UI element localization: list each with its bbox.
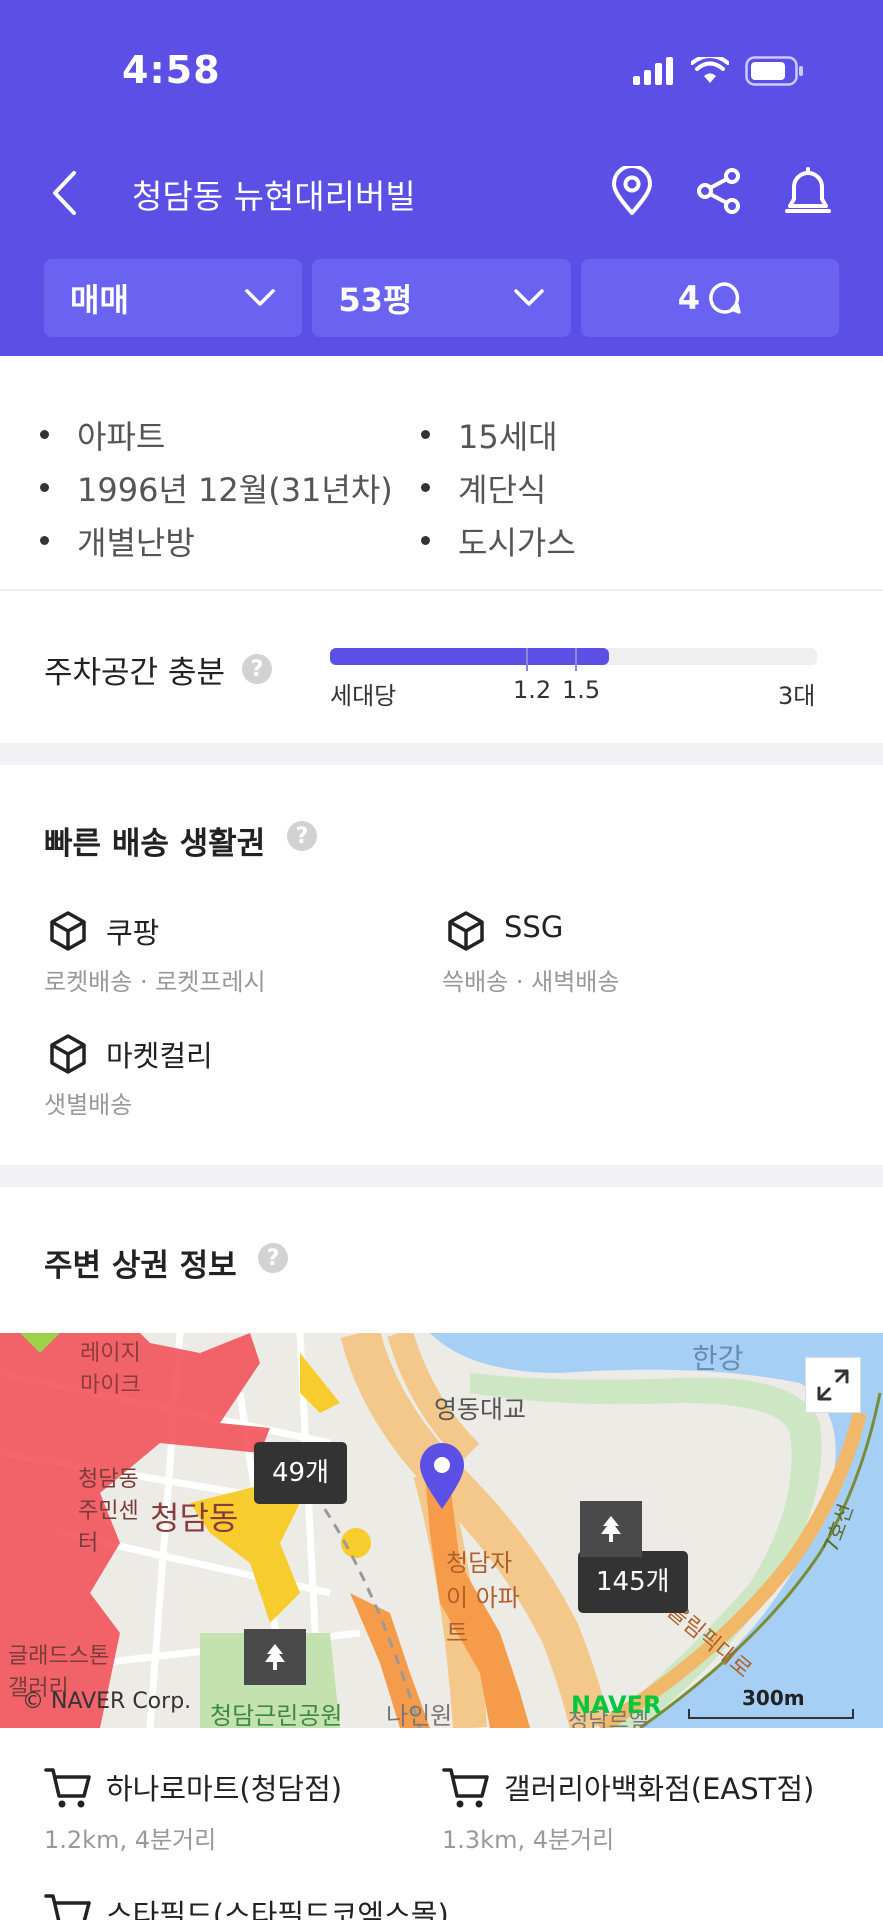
info-item: 계단식 <box>421 461 576 514</box>
map-count-badge[interactable]: 49개 <box>254 1442 348 1504</box>
map-count-badge[interactable]: 145개 <box>578 1551 688 1613</box>
parking-tick <box>526 648 528 671</box>
box-icon <box>448 911 484 951</box>
info-item: 도시가스 <box>421 514 576 567</box>
tree-icon <box>265 1644 285 1670</box>
delivery-item-kurly: 마켓컬리 샛별배송 <box>44 1033 424 1123</box>
map-label: 한강 <box>692 1342 744 1375</box>
parking-tick <box>575 648 577 671</box>
chevron-down-icon <box>245 289 276 306</box>
expand-icon <box>817 1369 849 1401</box>
parking-mark-label: 1.5 <box>562 676 601 704</box>
chevron-down-icon <box>513 289 544 306</box>
box-icon <box>50 911 86 951</box>
delivery-name: 마켓컬리 <box>106 1039 213 1073</box>
comment-count: 4 <box>677 279 700 317</box>
section-divider <box>0 743 883 765</box>
map-label: 나인원 <box>386 1702 453 1728</box>
info-item: 아파트 <box>40 408 393 461</box>
box-icon <box>50 1034 86 1074</box>
trade-type-dropdown[interactable]: 매매 <box>44 259 303 337</box>
map-label: 청담근린공원 <box>210 1702 343 1728</box>
parking-bar <box>330 648 817 671</box>
mart-name: 스타필드(스타필드코엑스몰) <box>106 1898 449 1920</box>
mart-item[interactable]: 스타필드(스타필드코엑스몰) <box>44 1892 644 1920</box>
parking-max-label: 3대 <box>778 682 816 710</box>
status-icons <box>633 54 805 88</box>
section-divider <box>0 1165 883 1187</box>
help-icon[interactable]: ? <box>242 654 272 684</box>
delivery-title: 빠른 배송 생활권 <box>44 826 266 862</box>
park-marker <box>580 1501 642 1557</box>
location-pin-icon <box>612 166 652 215</box>
bell-icon <box>785 167 831 213</box>
app-header: 4:58 청담동 뉴현대리버빌 매매 53평 4 <box>0 0 883 356</box>
page-title: 청담동 뉴현대리버빌 <box>132 177 416 216</box>
mart-item[interactable]: 갤러리아백화점(EAST점) 1.3km, 4분거리 <box>442 1766 862 1856</box>
status-time: 4:58 <box>122 48 221 92</box>
mart-distance: 1.2km, 4분거리 <box>44 1826 217 1854</box>
park-marker <box>244 1629 306 1685</box>
area-dropdown[interactable]: 53평 <box>312 259 571 337</box>
comments-button[interactable]: 4 <box>580 259 839 337</box>
map-label: 영동대교 <box>434 1395 527 1424</box>
parking-section: 주차공간 충분 ? 세대당 1.2 1.5 3대 <box>0 593 883 743</box>
filter-bar: 매매 53평 4 <box>44 259 839 337</box>
delivery-sub: 로켓배송 · 로켓프레시 <box>44 968 266 996</box>
wifi-icon <box>691 57 729 83</box>
delivery-name: 쿠팡 <box>106 916 160 950</box>
mart-distance: 1.3km, 4분거리 <box>442 1826 615 1854</box>
mart-item[interactable]: 하나로마트(청담점) 1.2km, 4분거리 <box>44 1766 424 1856</box>
tree-icon <box>601 1516 621 1542</box>
share-icon <box>697 168 740 214</box>
share-button[interactable] <box>692 164 746 218</box>
commerce-map[interactable]: 한강 영동대교 청담동 주민센터 청담동 청담자이 아파트 글래드스톤 갤러리 … <box>0 1333 883 1728</box>
chevron-left-icon <box>53 171 76 215</box>
mart-name: 갤러리아백화점(EAST점) <box>504 1772 815 1806</box>
parking-label: 주차공간 충분 <box>44 655 225 691</box>
help-icon[interactable]: ? <box>287 821 317 851</box>
shopping-cart-icon <box>44 1894 91 1920</box>
info-item: 개별난방 <box>40 514 393 567</box>
info-item: 1996년 12월(31년차) <box>40 461 393 514</box>
shopping-cart-icon <box>44 1768 91 1808</box>
delivery-name: SSG <box>504 910 564 944</box>
signal-icon <box>633 57 673 85</box>
trade-type-label: 매매 <box>70 281 129 319</box>
info-left-column: 아파트 1996년 12월(31년차) 개별난방 <box>40 408 393 567</box>
commerce-title: 주변 상권 정보 <box>44 1248 237 1284</box>
delivery-item-coupang: 쿠팡 로켓배송 · 로켓프레시 <box>44 910 424 1000</box>
map-copyright: © NAVER Corp. <box>22 1689 192 1714</box>
info-item: 15세대 <box>421 408 576 461</box>
parking-unit-label: 세대당 <box>330 682 397 710</box>
location-pin-icon <box>420 1443 464 1509</box>
map-label: 청담동 <box>150 1499 239 1537</box>
shopping-cart-icon <box>442 1768 489 1808</box>
back-button[interactable] <box>44 166 84 220</box>
battery-icon <box>745 56 803 86</box>
delivery-item-ssg: SSG 쓱배송 · 새벽배송 <box>442 910 842 1000</box>
delivery-sub: 쓱배송 · 새벽배송 <box>442 968 620 996</box>
help-icon[interactable]: ? <box>258 1243 288 1273</box>
map-label: 청담자이 아파트 <box>446 1549 520 1647</box>
info-right-column: 15세대 계단식 도시가스 <box>421 408 576 567</box>
map-scale-bar <box>688 1709 854 1719</box>
map-label: 레이지 마이크 <box>80 1341 141 1398</box>
map-label: 청담동 주민센터 <box>78 1467 139 1556</box>
delivery-sub: 샛별배송 <box>44 1091 133 1119</box>
map-scale-label: 300m <box>742 1686 805 1710</box>
mart-name: 하나로마트(청담점) <box>106 1772 343 1806</box>
location-button[interactable] <box>605 164 659 218</box>
map-expand-button[interactable] <box>805 1357 861 1413</box>
alarm-button[interactable] <box>781 164 835 218</box>
area-label: 53평 <box>338 281 413 319</box>
chat-bubble-icon <box>709 282 741 314</box>
parking-mark-label: 1.2 <box>513 676 552 704</box>
parking-bar-fill <box>330 648 610 665</box>
building-info: 아파트 1996년 12월(31년차) 개별난방 15세대 계단식 도시가스 <box>0 356 883 591</box>
naver-logo: NAVER <box>571 1691 662 1719</box>
